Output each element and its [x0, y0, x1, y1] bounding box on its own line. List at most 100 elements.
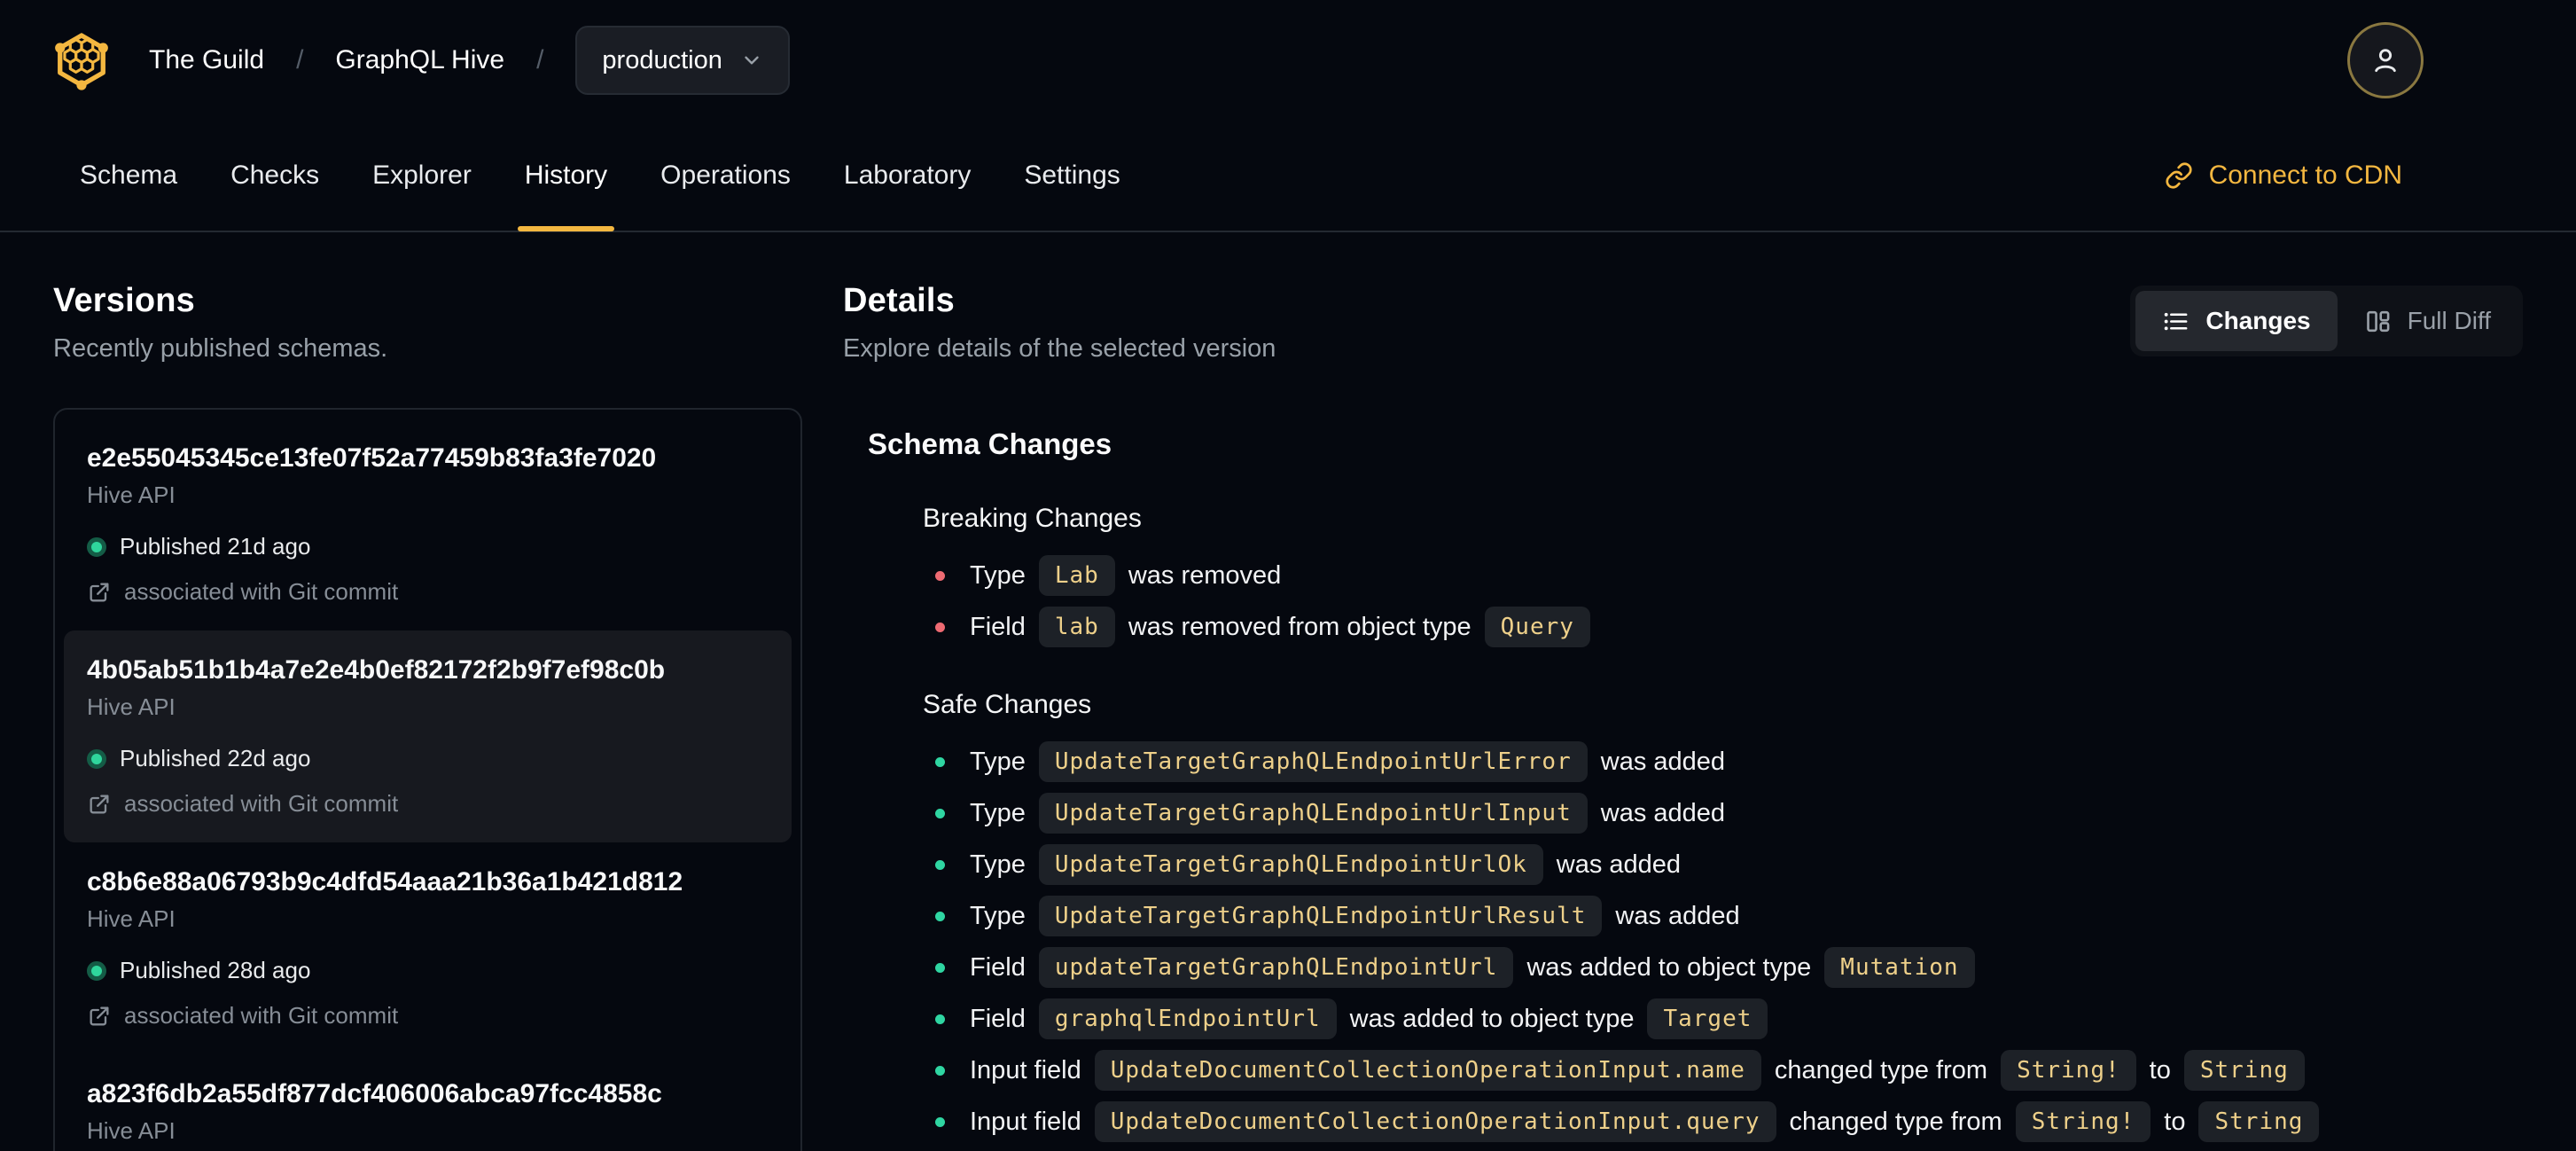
code-chip: Query	[1484, 607, 1590, 647]
user-icon	[2375, 49, 2396, 73]
code-chip: Mutation	[1824, 947, 1975, 988]
user-avatar[interactable]	[2347, 22, 2424, 98]
published-dot-icon	[87, 960, 106, 981]
change-text: was added to object type	[1526, 952, 1812, 982]
version-card[interactable]: c8b6e88a06793b9c4dfd54aaa21b36a1b421d812…	[64, 842, 792, 1054]
tab-history[interactable]: History	[498, 120, 634, 231]
external-link-icon	[90, 1006, 109, 1025]
tab-settings[interactable]: Settings	[997, 120, 1146, 231]
code-chip: graphqlEndpointUrl	[1038, 998, 1337, 1039]
change-item: Field updateTargetGraphQLEndpointUrl was a…	[935, 947, 2523, 988]
code-chip: Target	[1647, 998, 1768, 1039]
git-commit-link[interactable]: associated with Git commit	[87, 1002, 769, 1030]
code-chip: UpdateTargetGraphQLEndpointUrlInput	[1038, 793, 1588, 834]
code-chip: UpdateTargetGraphQLEndpointUrlOk	[1038, 844, 1543, 885]
change-item: Type UpdateTargetGraphQLEndpointUrlOk was …	[935, 844, 2523, 885]
main-content: Versions Recently published schemas. e2e…	[0, 232, 2576, 1151]
tab-bar: Schema Checks Explorer History Operations Lab…	[0, 121, 2576, 232]
change-text: Input field	[970, 1055, 1081, 1084]
change-text: Input field	[970, 1107, 1081, 1136]
published-dot-icon	[87, 536, 106, 557]
change-text: changed type from	[1774, 1055, 1988, 1084]
version-service: Hive API	[87, 693, 176, 720]
change-text: was removed from object type	[1128, 612, 1471, 641]
change-item: Field graphqlEndpointUrl was added to obje…	[935, 998, 2523, 1039]
full-diff-view-button[interactable]: Full Diff	[2338, 291, 2517, 351]
changes-view-label: Changes	[2205, 307, 2311, 334]
version-card[interactable]: 4b05ab51b1b4a7e2e4b0ef82172f2b9f7ef98c0b…	[64, 630, 792, 842]
schema-changes-section: Schema Changes Breaking Changes Type Lab wa…	[843, 427, 2523, 1142]
breadcrumb-project[interactable]: GraphQL Hive	[335, 45, 504, 75]
git-commit-link[interactable]: associated with Git commit	[87, 578, 769, 606]
tab-explorer[interactable]: Explorer	[346, 120, 498, 231]
tab-laboratory[interactable]: Laboratory	[817, 120, 997, 231]
change-text: to	[2149, 1055, 2171, 1084]
versions-panel: Versions Recently published schemas. e2e…	[53, 282, 802, 1151]
full-diff-view-label: Full Diff	[2407, 307, 2491, 334]
hive-logo-icon[interactable]	[53, 30, 110, 90]
version-service: Hive API	[87, 1117, 176, 1144]
breadcrumb-org[interactable]: The Guild	[149, 45, 264, 75]
version-card[interactable]: a823f6db2a55df877dcf406006abca97fcc4858c…	[64, 1054, 792, 1151]
version-card[interactable]: e2e55045345ce13fe07f52a77459b83fa3fe7020…	[64, 419, 792, 630]
published-dot-icon	[87, 748, 106, 769]
code-chip: UpdateDocumentCollectionOperationInput.n…	[1094, 1050, 1761, 1091]
target-selector-value: production	[602, 45, 722, 74]
change-text: Field	[970, 952, 1026, 982]
change-text: was added	[1556, 850, 1682, 879]
code-chip: lab	[1038, 607, 1115, 647]
change-text: Type	[970, 850, 1026, 879]
version-status-label: Published 22d ago	[120, 745, 311, 771]
change-item: Type UpdateTargetGraphQLEndpointUrlResult…	[935, 896, 2523, 936]
change-item: Type UpdateTargetGraphQLEndpointUrlInput w…	[935, 793, 2523, 834]
git-commit-link[interactable]: associated with Git commit	[87, 790, 769, 818]
code-chip: UpdateDocumentCollectionOperationInput.q…	[1094, 1101, 1776, 1142]
details-panel: Details Explore details of the selected …	[843, 282, 2523, 1151]
details-subtitle: Explore details of the selected version	[843, 334, 1276, 363]
versions-subtitle: Recently published schemas.	[53, 334, 388, 363]
code-chip: updateTargetGraphQLEndpointUrl	[1038, 947, 1514, 988]
safe-changes-group: Safe Changes Type UpdateTargetGraphQLEndpo…	[923, 690, 2523, 1142]
version-hash: c8b6e88a06793b9c4dfd54aaa21b36a1b421d812	[87, 867, 683, 897]
connect-to-cdn-link[interactable]: Connect to CDN	[2165, 161, 2402, 191]
version-service: Hive API	[87, 905, 176, 932]
change-text: changed type from	[1789, 1107, 2002, 1136]
target-selector[interactable]: production	[575, 26, 790, 95]
change-group-title: Breaking Changes	[923, 504, 1142, 533]
git-commit-label: associated with Git commit	[124, 1002, 399, 1029]
view-toggle: Changes Full Diff	[2130, 286, 2523, 356]
code-chip: UpdateTargetGraphQLEndpointUrlError	[1038, 741, 1588, 782]
change-list: Type Lab was removed Field lab was removed fr…	[923, 555, 2523, 647]
change-text: Type	[970, 901, 1026, 930]
change-text: was added	[1615, 901, 1740, 930]
details-titles: Details Explore details of the selected …	[843, 282, 1276, 364]
version-hash: 4b05ab51b1b4a7e2e4b0ef82172f2b9f7ef98c0b	[87, 655, 666, 685]
change-item: Field lab was removed from object type Quer…	[935, 607, 2523, 647]
breadcrumb: The Guild / GraphQL Hive / production	[149, 26, 790, 95]
change-text: was added to object type	[1349, 1004, 1635, 1033]
tabs: Schema Checks Explorer History Operations Lab…	[53, 120, 1147, 231]
diff-columns-icon	[2366, 310, 2390, 332]
change-item: Input field UpdateDocumentCollectionOpera…	[935, 1050, 2523, 1091]
change-text: Type	[970, 560, 1026, 590]
connect-to-cdn-label: Connect to CDN	[2208, 161, 2402, 190]
code-chip: String!	[2001, 1050, 2136, 1091]
change-item: Type Lab was removed	[935, 555, 2523, 596]
tab-schema[interactable]: Schema	[53, 120, 204, 231]
breadcrumb-separator: /	[296, 45, 304, 74]
code-chip: String	[2183, 1050, 2305, 1091]
change-text: Type	[970, 798, 1026, 827]
code-chip: String!	[2015, 1101, 2151, 1142]
link-icon	[2166, 162, 2192, 189]
brand-area: The Guild / GraphQL Hive / production	[53, 26, 790, 95]
change-text: was added	[1600, 747, 1726, 776]
version-status: Published 21d ago	[87, 533, 769, 560]
tab-checks[interactable]: Checks	[204, 120, 346, 231]
change-text: Field	[970, 612, 1026, 641]
change-group-title: Safe Changes	[923, 690, 1092, 719]
change-text: was removed	[1128, 560, 1282, 590]
change-list: Type UpdateTargetGraphQLEndpointUrlError w…	[923, 741, 2523, 1142]
changes-view-button[interactable]: Changes	[2135, 291, 2338, 351]
change-text: was added	[1600, 798, 1726, 827]
tab-operations[interactable]: Operations	[634, 120, 817, 231]
